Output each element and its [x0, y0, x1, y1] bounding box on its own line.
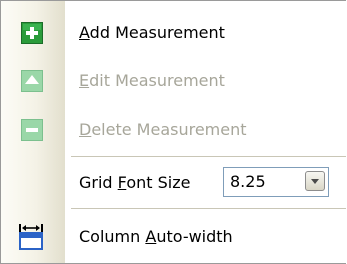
- add-plus-icon: [21, 22, 43, 44]
- grid-font-size-value[interactable]: 8.25: [230, 168, 266, 196]
- menu-separator: [71, 156, 346, 157]
- menu-item-edit-measurement[interactable]: Edit Measurement: [1, 57, 346, 105]
- menu-item-label: Column Auto-width: [79, 227, 233, 246]
- menu-item-label: Add Measurement: [79, 23, 225, 42]
- menu-separator: [71, 208, 346, 209]
- menu-item-column-autowidth[interactable]: Column Auto-width: [1, 213, 346, 261]
- column-autowidth-icon: [19, 224, 43, 250]
- context-menu: Add Measurement Edit Measurement Delete …: [0, 0, 346, 264]
- menu-item-delete-measurement[interactable]: Delete Measurement: [1, 106, 346, 154]
- menu-item-label: Edit Measurement: [79, 71, 225, 90]
- chevron-down-icon[interactable]: [305, 171, 325, 191]
- menu-item-label: Delete Measurement: [79, 120, 247, 139]
- menu-item-grid-font-size[interactable]: Grid Font Size 8.25: [1, 159, 346, 207]
- delete-minus-icon: [21, 119, 43, 141]
- grid-font-size-combobox[interactable]: 8.25: [223, 167, 329, 197]
- edit-up-arrow-icon: [21, 70, 43, 92]
- menu-item-label: Grid Font Size: [79, 173, 191, 192]
- menu-item-add-measurement[interactable]: Add Measurement: [1, 9, 346, 57]
